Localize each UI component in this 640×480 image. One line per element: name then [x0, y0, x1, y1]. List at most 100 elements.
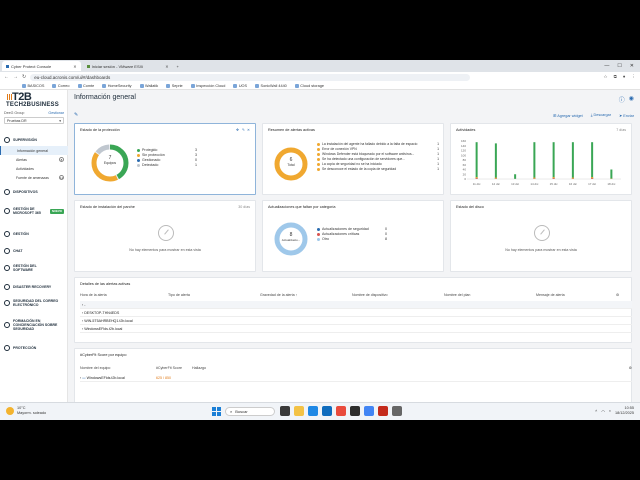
alert-item[interactable]: Se desconoce el estado de la copia de se…	[317, 167, 439, 172]
settings-icon[interactable]: ⚙	[616, 293, 619, 297]
app-icon[interactable]	[392, 406, 402, 416]
bookmark[interactable]: Cloud storage	[294, 83, 324, 88]
tab-label: Iniciar sesión - VMware ESXi	[91, 63, 144, 69]
bookmark[interactable]: Seprie	[166, 83, 183, 88]
forward-icon[interactable]: →	[13, 74, 18, 80]
table-row[interactable]: › DESKTOP-THN4EDS	[80, 309, 632, 317]
new-tab-icon[interactable]: +	[177, 64, 179, 69]
expand-icon[interactable]: ›	[80, 327, 83, 331]
patch-status-widget[interactable]: Estado de instalación del parche 30 días…	[74, 200, 256, 272]
star-icon[interactable]: ☆	[604, 74, 608, 80]
volume-icon[interactable]: ◖	[609, 409, 611, 413]
add-widget-button[interactable]: ⊞ Agregar widget	[553, 113, 583, 118]
back-icon[interactable]: ←	[4, 74, 9, 80]
x-tick-label: 13 dic	[511, 182, 520, 186]
x-tick-label: 16 dic	[569, 182, 578, 186]
alerts-detail-widget[interactable]: Detalles de las alertas activas Hora de …	[74, 277, 632, 343]
chat-icon	[4, 248, 10, 254]
table-header: Hora de la alerta Tipo de alerta Graveda…	[80, 293, 620, 297]
alerts-total-label: Total	[287, 163, 295, 167]
mail-icon[interactable]	[322, 406, 332, 416]
patch-range: 30 días	[238, 205, 250, 209]
nav-alerts[interactable]: Alertas 8	[0, 155, 68, 164]
edit-icon[interactable]: ✎	[242, 128, 245, 132]
chevron-up-icon[interactable]: ˄	[595, 409, 597, 413]
app-icon[interactable]	[378, 406, 388, 416]
taskbar-search[interactable]: ⌕ Buscar	[225, 407, 275, 416]
nav-email-security[interactable]: SEGURIDAD DEL CORREO ELECTRÓNICO	[0, 299, 68, 307]
minimize-icon[interactable]: —	[604, 63, 609, 69]
close-icon[interactable]: ✕	[247, 128, 250, 132]
sidebar: T2B TECH2BUSINESS DeeG Group Gestionar P…	[0, 90, 68, 420]
empty-message: No hay elementos para mostrar en esta vi…	[129, 248, 201, 252]
file-explorer-icon[interactable]	[294, 406, 304, 416]
send-button[interactable]: ➤ Enviar	[619, 113, 634, 118]
edit-dashboard-icon[interactable]: ✎	[74, 112, 78, 118]
nav-overview[interactable]: Información general	[0, 146, 68, 155]
bookmark[interactable]: HomeSecurity	[102, 83, 132, 88]
bookmark[interactable]: Wallatik	[139, 83, 158, 88]
weather-widget[interactable]: 10°C Mayorm. soleado	[6, 406, 46, 416]
wifi-icon[interactable]: ◠	[601, 409, 604, 414]
disk-status-widget[interactable]: Estado del disco No hay elementos para m…	[450, 200, 632, 272]
nav-threat-feed[interactable]: Fuente de amenazas 11	[0, 173, 68, 182]
folder-icon	[190, 83, 195, 88]
help-icon[interactable]: ⓘ	[619, 95, 625, 104]
maximize-icon[interactable]: ☐	[617, 63, 621, 69]
browser-tab-active[interactable]: Cyber Protect Console ✕	[2, 61, 81, 71]
bookmark[interactable]: BASICOS	[22, 83, 44, 88]
task-view-icon[interactable]	[280, 406, 290, 416]
expand-icon[interactable]: ›	[80, 303, 83, 307]
edge-icon[interactable]	[308, 406, 318, 416]
close-tab-icon[interactable]: ✕	[165, 64, 168, 69]
missing-updates-widget[interactable]: Actualizaciones que faltan por categoría…	[262, 200, 444, 272]
reload-icon[interactable]: ↻	[22, 74, 26, 80]
bookmark[interactable]: Inspección Cloud	[190, 83, 225, 88]
nav-devices[interactable]: DISPOSITIVOS	[0, 189, 68, 195]
clock[interactable]: 10:55 18/12/2025	[615, 406, 634, 416]
store-icon[interactable]	[350, 406, 360, 416]
tenant-select[interactable]: Pruebas DR ▾	[4, 117, 64, 124]
active-alerts-widget[interactable]: Resumen de alertas activas 6 Total La in…	[262, 123, 444, 195]
start-icon[interactable]	[212, 407, 221, 416]
download-button[interactable]: ⤓ Descargar	[591, 113, 611, 118]
close-window-icon[interactable]: ✕	[630, 63, 634, 69]
bookmark[interactable]: UOS	[233, 83, 247, 88]
table-row[interactable]: › ▭ WindowsEFlds.t2b.local 625 / 850	[80, 374, 632, 382]
close-tab-icon[interactable]: ✕	[73, 64, 76, 69]
table-row[interactable]: › WindowsEFlds.t2b.local	[80, 325, 632, 333]
manage-link[interactable]: Gestionar	[48, 111, 64, 115]
activities-widget[interactable]: Actividades 7 días 160 140 120 100 80 60 40 20 0…	[450, 123, 632, 195]
browser-tab[interactable]: Iniciar sesión - VMware ESXi ✕	[83, 61, 173, 71]
app-icon[interactable]	[336, 406, 346, 416]
settings-icon[interactable]: ⚙	[629, 366, 632, 370]
nav-software[interactable]: GESTIÓN DEL SOFTWARE	[0, 264, 68, 272]
legend-item: Detectado 1	[137, 163, 197, 168]
nav-microsoft-365[interactable]: GESTIÓN DE MICROSOFT 365 NUEVO	[0, 207, 68, 215]
account-icon[interactable]: ◉	[629, 95, 634, 104]
extensions-icon[interactable]: ⧉	[614, 74, 617, 80]
expand-icon[interactable]: ›	[80, 319, 83, 323]
drag-icon[interactable]: ✥	[236, 128, 239, 132]
menu-icon[interactable]: ⋮	[632, 74, 637, 80]
nav-protection[interactable]: PROTECCIÓN	[0, 345, 68, 351]
nav-security-training[interactable]: FORMACIÓN EN CONCIENCIACIÓN SOBRE SEGURI…	[0, 319, 68, 332]
folder-icon	[52, 83, 57, 88]
bookmark[interactable]: SonicWall 4440	[255, 83, 287, 88]
url-field[interactable]: eu-cloud.acronis.com/ui/#/dashboards	[30, 73, 471, 81]
bookmark[interactable]: Comte	[77, 83, 94, 88]
expand-icon[interactable]: ›	[80, 311, 83, 315]
profile-icon[interactable]: ●	[623, 74, 626, 80]
bookmark[interactable]: Correo	[52, 83, 70, 88]
nav-disaster-recovery[interactable]: DISASTER RECOVERY	[0, 284, 68, 290]
table-row[interactable]: › WIN-5T5AHRBEHQ1.t2b.local	[80, 317, 632, 325]
nav-management[interactable]: GESTIÓN	[0, 231, 68, 237]
chrome-icon[interactable]	[364, 406, 374, 416]
tab-label: Cyber Protect Console	[11, 63, 52, 69]
nav-chat[interactable]: CHAT	[0, 248, 68, 254]
address-bar: ← → ↻ eu-cloud.acronis.com/ui/#/dashboar…	[0, 72, 640, 82]
protection-status-widget[interactable]: Estado de la protección ✥ ✎ ✕ 7 Equipos …	[74, 123, 256, 195]
nav-supervision[interactable]: SUPERVISIÓN	[0, 137, 68, 143]
table-row[interactable]: › -	[80, 301, 632, 309]
nav-activities[interactable]: Actividades	[0, 164, 68, 173]
